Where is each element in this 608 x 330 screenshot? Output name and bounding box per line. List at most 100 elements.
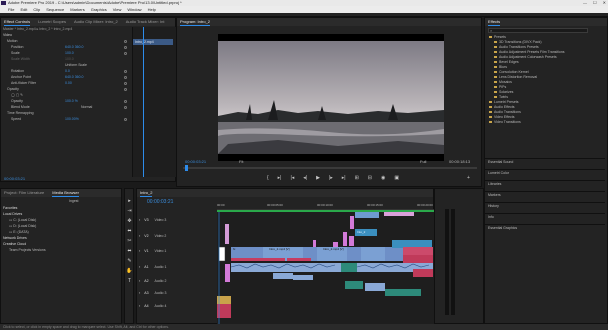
drive-e[interactable]: ▭ E: (DATA) xyxy=(9,230,29,235)
panel-section-history[interactable]: History xyxy=(485,202,605,209)
reset-motion-icon[interactable] xyxy=(124,40,127,43)
panel-section-markers[interactable]: Markers xyxy=(485,191,605,198)
export-frame-button[interactable]: ◉ xyxy=(381,175,385,181)
reset-scale-icon[interactable] xyxy=(124,52,127,55)
timeline-timecode[interactable]: 00:00:03:21 xyxy=(147,199,173,205)
track-header-a4[interactable]: ▪ A4 Audio 4 xyxy=(139,304,215,312)
tab-audio-track-mixer[interactable]: Audio Track Mixer: Int xyxy=(126,18,165,26)
rate-stretch-tool-icon[interactable]: ⬌ xyxy=(126,228,133,234)
effects-folder-item[interactable]: Blurs xyxy=(494,65,507,69)
program-playhead[interactable] xyxy=(185,165,188,171)
mark-out-button[interactable]: ▸| xyxy=(278,175,282,181)
panel-section-essential-sound[interactable]: Essential Sound xyxy=(485,158,605,165)
menu-view[interactable]: View xyxy=(113,6,122,13)
program-scrubber[interactable] xyxy=(183,165,477,171)
panel-section-info[interactable]: Info xyxy=(485,213,605,220)
reset-opacity-value-icon[interactable] xyxy=(124,100,127,103)
effects-folder-item[interactable]: Audio Adjustment Colorwash Presets xyxy=(494,55,557,59)
menu-clip[interactable]: Clip xyxy=(33,6,40,13)
extract-button[interactable]: ⊟ xyxy=(368,175,372,181)
effects-folder-item[interactable]: Convolution Kernel xyxy=(494,70,529,74)
reset-opacity-icon[interactable] xyxy=(124,88,127,91)
drive-d[interactable]: ▭ D: (Local Disk) xyxy=(9,224,36,229)
favorites-label[interactable]: Favorites xyxy=(3,206,17,211)
selection-tool-icon[interactable]: ▸ xyxy=(126,198,133,204)
clip-path-label[interactable]: Master * Intro_2.mp4 ▸ Intro_2 * Intro_2… xyxy=(3,27,72,32)
track-header-a1[interactable]: ▪ A1 Audio 1 xyxy=(139,265,215,273)
scale-value[interactable]: 100.0 xyxy=(65,51,74,56)
anti-flicker-value[interactable]: 0.00 xyxy=(65,81,72,86)
effects-folder-item[interactable]: Solarizes xyxy=(494,90,513,94)
drive-c[interactable]: ▭ C: (Local Disk) xyxy=(9,218,36,223)
lock-icon[interactable]: ▪ xyxy=(139,218,140,222)
effects-folder-item[interactable]: Bevel Edges xyxy=(494,60,519,64)
panel-section-essential-graphics[interactable]: Essential Graphics xyxy=(485,224,605,231)
zoom-select[interactable]: Fit xyxy=(239,159,243,164)
tab-audio-clip-mixer[interactable]: Audio Clip Mixer: Intro_2 xyxy=(74,18,118,26)
fx-motion-label[interactable]: Motion xyxy=(7,39,18,44)
razor-tool-icon[interactable]: ✂ xyxy=(126,238,133,244)
effects-folder-item[interactable]: Audio Transitions Presets xyxy=(494,45,539,49)
local-drives-label[interactable]: Local Drives xyxy=(3,212,22,217)
blend-mode-select[interactable]: Normal xyxy=(81,105,92,110)
tab-effect-controls[interactable]: Effect Controls xyxy=(4,18,31,26)
effects-folder-item[interactable]: Presets xyxy=(489,35,506,39)
tab-program-monitor[interactable]: Program: Intro_2 xyxy=(180,18,211,26)
menu-file[interactable]: File xyxy=(8,6,14,13)
menu-help[interactable]: Help xyxy=(148,6,156,13)
tab-effects[interactable]: Effects xyxy=(488,18,501,26)
lift-button[interactable]: ⊞ xyxy=(355,175,359,181)
video-frame[interactable] xyxy=(218,34,444,161)
program-timecode-current[interactable]: 00:00:03:21 xyxy=(185,159,206,164)
hand-tool-icon[interactable]: ✋ xyxy=(126,268,133,274)
reset-blend-icon[interactable] xyxy=(124,106,127,109)
menu-graphics[interactable]: Graphics xyxy=(91,6,107,13)
fx-time-remapping-label[interactable]: Time Remapping xyxy=(7,111,34,116)
panel-section-libraries[interactable]: Libraries xyxy=(485,180,605,187)
effects-folder-item[interactable]: Lumetri Presets xyxy=(489,100,519,104)
position-value[interactable]: 640.0 360.0 xyxy=(65,45,84,50)
step-forward-button[interactable]: |▸ xyxy=(329,175,333,181)
type-tool-icon[interactable]: T xyxy=(126,278,133,284)
resolution-select[interactable]: Full xyxy=(420,159,426,164)
ripple-edit-tool-icon[interactable]: ✥ xyxy=(126,218,133,224)
track-select-tool-icon[interactable]: ⇥ xyxy=(126,208,133,214)
speed-value[interactable]: 100.00% xyxy=(65,117,79,122)
track-header-v1[interactable]: ▪ V1 Video 1 xyxy=(139,249,215,257)
playhead-line[interactable] xyxy=(143,27,144,177)
menu-markers[interactable]: Markers xyxy=(70,6,84,13)
lock-icon[interactable]: ▪ xyxy=(139,279,140,283)
comparison-view-button[interactable]: ▣ xyxy=(394,175,399,181)
network-drives-label[interactable]: Network Drives xyxy=(3,236,27,241)
tab-media-browser[interactable]: Media Browser xyxy=(52,189,79,197)
effects-folder-item[interactable]: Mosaics xyxy=(494,80,512,84)
effects-folder-item[interactable]: PiPs xyxy=(494,85,506,89)
rotation-value[interactable]: 0.0 xyxy=(65,69,70,74)
effect-controls-timecode[interactable]: 00:00:03:21 xyxy=(4,176,25,181)
lock-icon[interactable]: ▪ xyxy=(139,265,140,269)
tab-sequence[interactable]: Intro_2 xyxy=(140,189,153,197)
step-back-button[interactable]: ◂| xyxy=(303,175,307,181)
creative-cloud-label[interactable]: Creative Cloud xyxy=(3,242,26,247)
ingest-checkbox[interactable]: Ingest xyxy=(69,199,79,204)
fx-opacity-label[interactable]: Opacity xyxy=(7,87,19,92)
pen-tool-icon[interactable]: ✎ xyxy=(126,258,133,264)
effects-folder-item[interactable]: Audio Adjustment Presets Film Transition… xyxy=(494,50,565,54)
effects-folder-item[interactable]: Audio Transitions xyxy=(489,110,521,114)
track-header-a3[interactable]: ▪ A3 Audio 3 xyxy=(139,291,215,299)
effects-folder-item[interactable]: Video Effects xyxy=(489,115,515,119)
play-button[interactable]: ▶ xyxy=(316,175,320,181)
anchor-point-value[interactable]: 640.0 360.0 xyxy=(65,75,84,80)
effects-folder-item[interactable]: Audio Effects xyxy=(489,105,515,109)
track-area[interactable]: Intro_2.mp4 [V] Intro_2.mp4 [V] Into_2 f… xyxy=(217,212,435,325)
panel-section-lumetri-color[interactable]: Lumetri Color xyxy=(485,169,605,176)
go-to-in-button[interactable]: |◂ xyxy=(290,175,294,181)
effects-folder-item[interactable]: 3D Transitions (DIVX Pack) xyxy=(494,40,542,44)
mark-in-button[interactable]: { xyxy=(267,175,269,181)
tab-project[interactable]: Project: Film Literature xyxy=(4,189,44,197)
effects-folder-item[interactable]: Video Transitions xyxy=(489,120,521,124)
track-header-v3[interactable]: ▪ V3 Video 3 xyxy=(139,218,215,226)
button-editor-button[interactable]: + xyxy=(467,175,470,181)
go-to-out-button[interactable]: ▸| xyxy=(342,175,346,181)
effects-search-input[interactable]: ⌕ xyxy=(488,28,588,33)
